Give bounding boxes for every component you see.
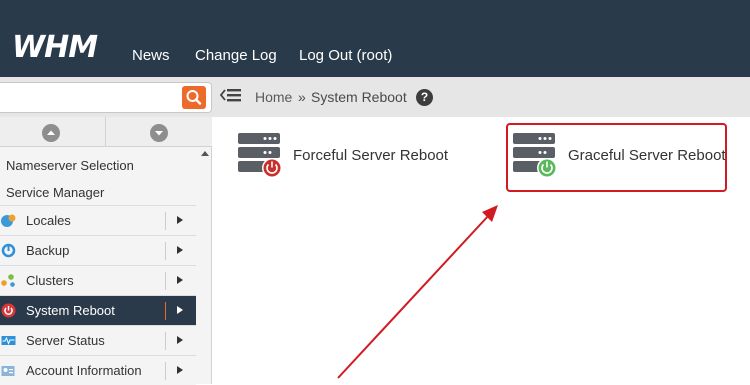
sidebar-item-label: Clusters [26, 273, 74, 288]
help-icon[interactable]: ? [416, 89, 433, 106]
breadcrumb-separator: » [298, 89, 306, 105]
sidebar-item-label: Backup [26, 243, 70, 258]
sidebar-item-system-reboot[interactable]: System Reboot [0, 295, 196, 325]
monitor-pulse-icon [1, 336, 16, 345]
highlight-box [506, 123, 727, 192]
sidebar-item-server-status[interactable]: Server Status [0, 325, 196, 355]
caret-right-icon[interactable] [177, 246, 183, 254]
account-info-icon [1, 366, 15, 376]
server-power-red-icon [238, 133, 282, 178]
scroll-up-button[interactable] [42, 124, 60, 142]
sidebar-item-label: Server Status [26, 333, 105, 348]
sidebar-item-locales[interactable]: Locales [0, 205, 196, 235]
sidebar-item-backup[interactable]: Backup [0, 235, 196, 265]
clusters-icon [1, 274, 15, 287]
sidebar-item-label: Account Information [26, 363, 142, 378]
forceful-reboot-option[interactable]: Forceful Server Reboot [236, 130, 456, 180]
backup-icon [1, 243, 16, 258]
breadcrumb-current: System Reboot [311, 89, 407, 105]
sidebar-scroll-controls [0, 117, 212, 147]
sidebar-scrollbar-up-arrow[interactable] [201, 151, 209, 156]
sidebar-item-account-information[interactable]: Account Information [0, 355, 196, 385]
chevron-up-icon [47, 130, 55, 135]
search-icon [186, 90, 202, 105]
nav-news-link[interactable]: News [132, 47, 170, 64]
sidebar-item-clusters[interactable]: Clusters [0, 265, 196, 295]
divider [165, 212, 166, 230]
caret-right-icon[interactable] [177, 336, 183, 344]
caret-right-icon[interactable] [177, 276, 183, 284]
scroll-down-button[interactable] [150, 124, 168, 142]
divider [165, 332, 166, 350]
nav-change-log-link[interactable]: Change Log [195, 47, 277, 64]
annotation-arrow-icon [337, 205, 498, 379]
divider [165, 302, 166, 320]
sidebar-link-nameserver-selection[interactable]: Nameserver Selection [6, 158, 134, 173]
whm-logo[interactable]: WHM [12, 30, 98, 65]
search-button[interactable] [182, 86, 206, 109]
chevron-down-icon [155, 131, 163, 136]
search-input[interactable] [0, 82, 212, 113]
caret-right-icon[interactable] [177, 366, 183, 374]
caret-right-icon[interactable] [177, 306, 183, 314]
caret-right-icon[interactable] [177, 216, 183, 224]
divider [165, 272, 166, 290]
collapse-sidebar-icon[interactable] [220, 86, 242, 106]
globe-chat-icon [1, 214, 16, 227]
sidebar-item-label: System Reboot [26, 303, 115, 318]
sidebar-item-label: Locales [26, 213, 71, 228]
breadcrumb-home-link[interactable]: Home [255, 89, 292, 105]
nav-logout-link[interactable]: Log Out (root) [299, 47, 392, 64]
power-icon [1, 303, 16, 318]
sidebar-link-service-manager[interactable]: Service Manager [6, 185, 104, 200]
forceful-reboot-label[interactable]: Forceful Server Reboot [293, 147, 448, 164]
divider [165, 242, 166, 260]
divider [105, 117, 106, 147]
top-header: WHM News Change Log Log Out (root) [0, 0, 750, 77]
divider [165, 362, 166, 380]
